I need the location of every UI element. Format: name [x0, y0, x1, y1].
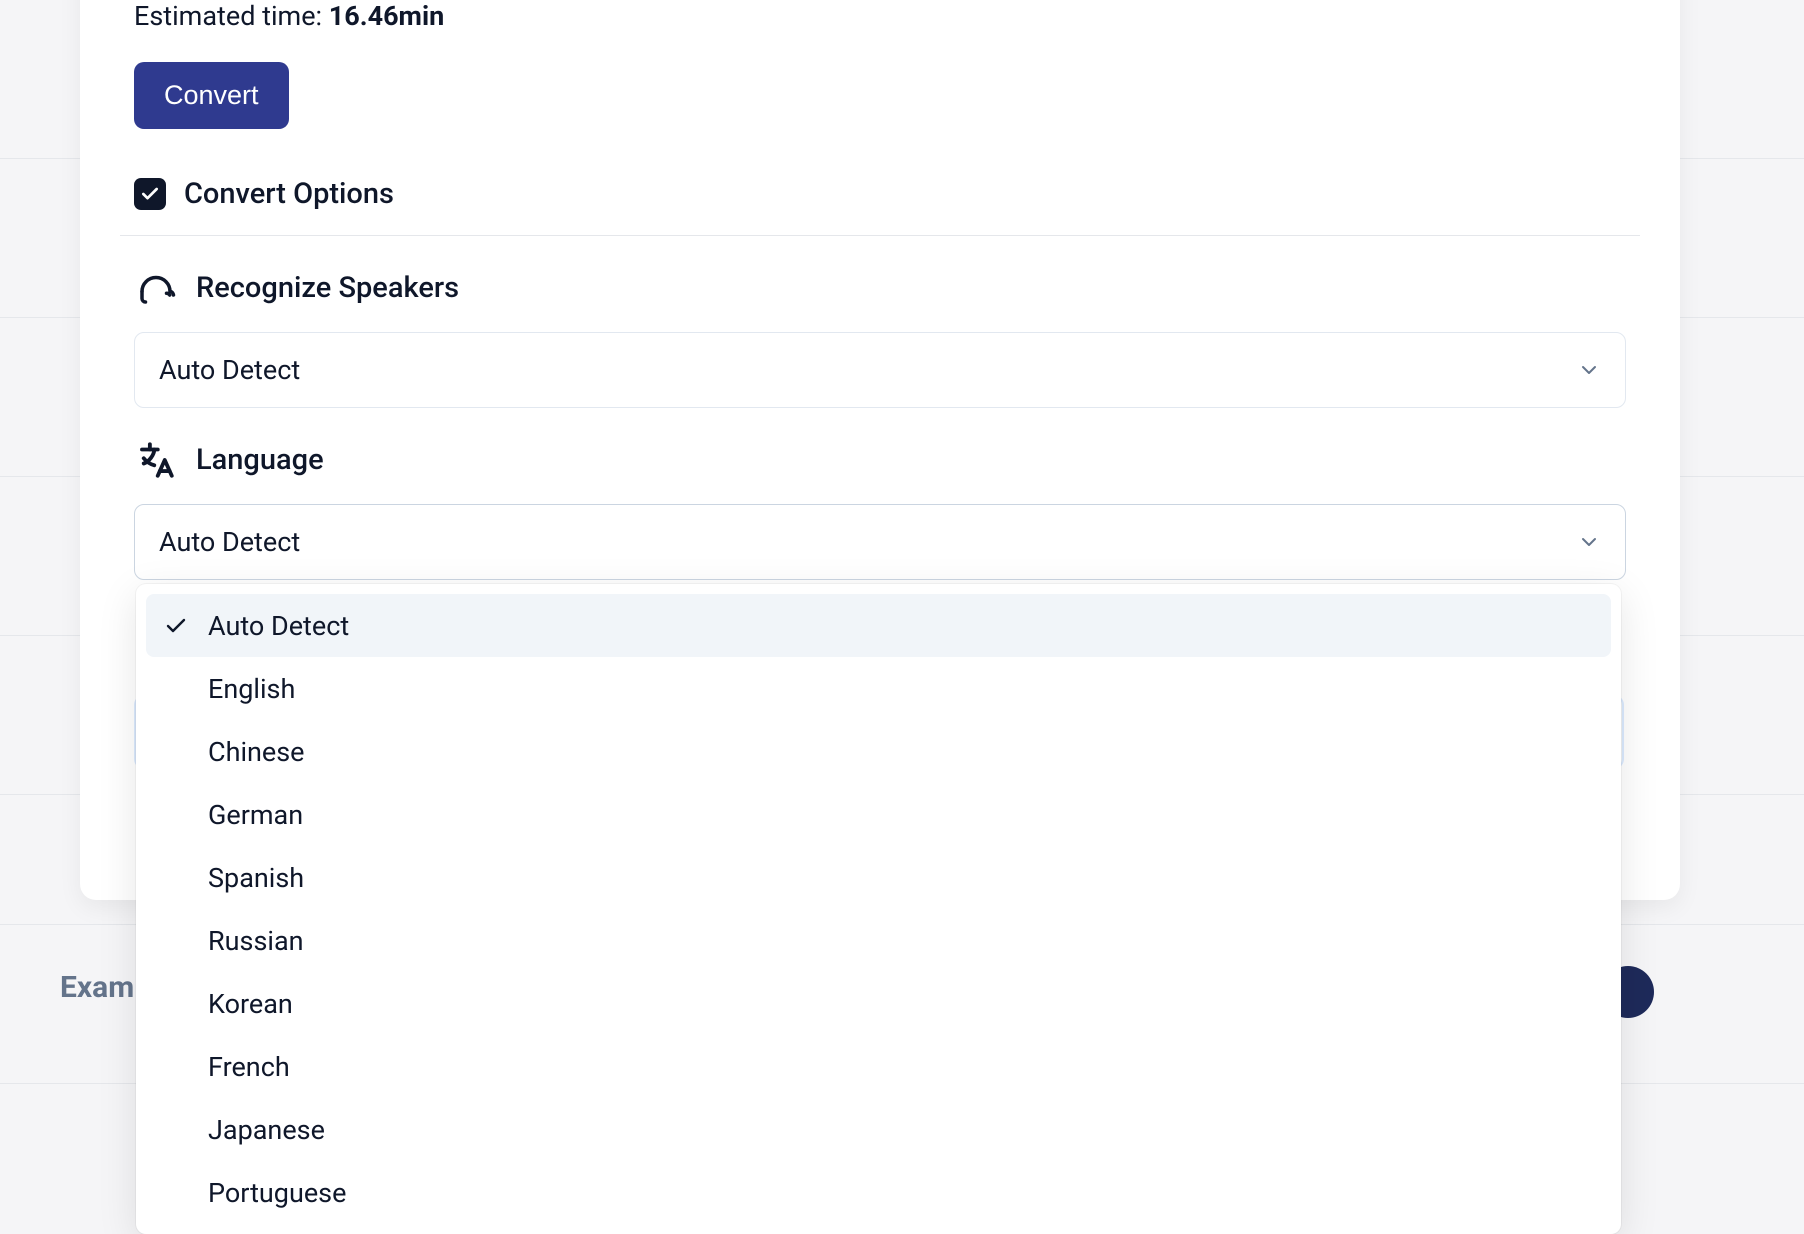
chevron-down-icon [1577, 358, 1601, 382]
estimated-time-line: Estimated time: 16.46min [134, 0, 1626, 32]
language-option-label: German [208, 799, 303, 831]
language-option-label: English [208, 673, 295, 705]
translate-icon [134, 438, 178, 482]
language-option[interactable]: French [146, 1035, 1611, 1098]
recognize-speakers-row: Recognize Speakers [134, 266, 1626, 310]
language-option[interactable]: Chinese [146, 720, 1611, 783]
language-label: Language [196, 443, 324, 477]
estimated-value: 16.46min [329, 0, 444, 32]
language-option-label: Chinese [208, 736, 305, 768]
speakers-select[interactable]: Auto Detect [134, 332, 1626, 408]
language-option[interactable]: Russian [146, 909, 1611, 972]
language-option[interactable]: Korean [146, 972, 1611, 1035]
language-select[interactable]: Auto Detect [134, 504, 1626, 580]
chevron-down-icon [1577, 530, 1601, 554]
language-option[interactable]: Japanese [146, 1098, 1611, 1161]
language-option[interactable]: English [146, 657, 1611, 720]
language-option[interactable]: Spanish [146, 846, 1611, 909]
language-option-label: French [208, 1051, 290, 1083]
convert-options-label: Convert Options [184, 177, 394, 211]
language-option[interactable]: Portuguese [146, 1161, 1611, 1224]
language-option-label: Japanese [208, 1114, 325, 1146]
estimated-label: Estimated time: [134, 0, 322, 32]
language-option[interactable]: Auto Detect [146, 594, 1611, 657]
language-option-label: Spanish [208, 862, 304, 894]
language-option-label: Portuguese [208, 1177, 346, 1209]
divider [120, 235, 1640, 236]
check-icon [164, 614, 188, 638]
language-select-value: Auto Detect [159, 526, 300, 558]
language-dropdown[interactable]: Auto Detect English Chinese German Spanish Ru… [136, 584, 1621, 1234]
language-option-label: Russian [208, 925, 304, 957]
convert-button[interactable]: Convert [134, 62, 289, 129]
check-slot [164, 614, 208, 638]
convert-options-row[interactable]: Convert Options [134, 177, 1626, 211]
speakers-select-value: Auto Detect [159, 354, 300, 386]
language-option-label: Auto Detect [208, 610, 349, 642]
language-option-label: Korean [208, 988, 293, 1020]
convert-options-checkbox[interactable] [134, 178, 166, 210]
check-icon [140, 184, 160, 204]
headphones-icon [134, 266, 178, 310]
language-option[interactable]: German [146, 783, 1611, 846]
recognize-speakers-label: Recognize Speakers [196, 271, 459, 305]
language-row: Language [134, 438, 1626, 482]
section-label-exam: Exam [60, 970, 134, 1005]
